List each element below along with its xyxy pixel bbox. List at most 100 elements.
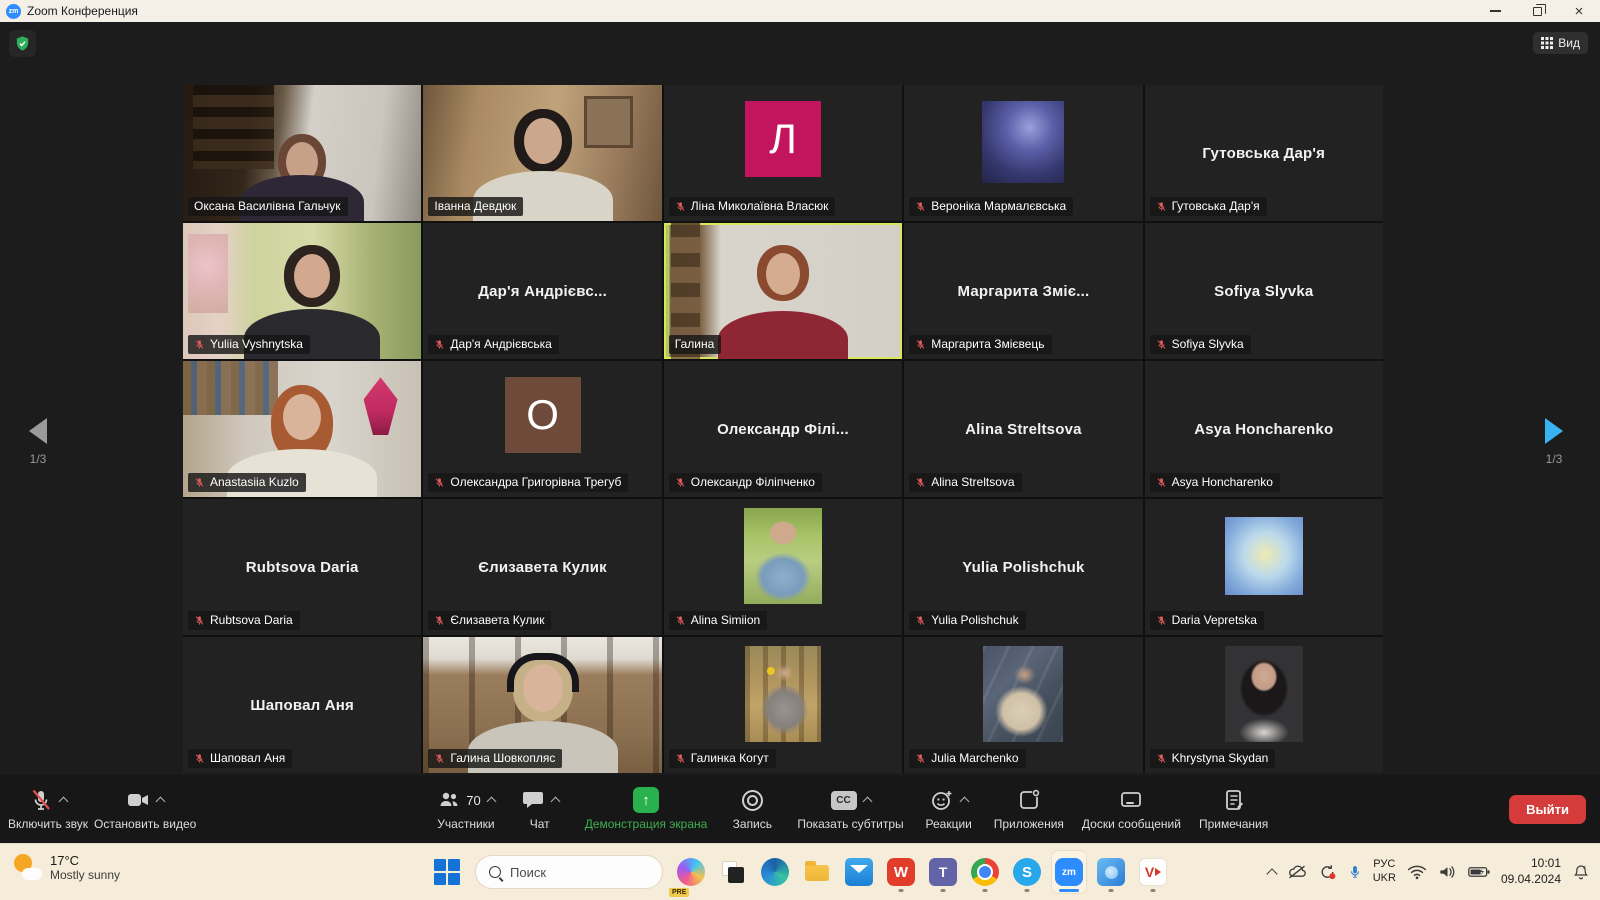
notification-bell-icon[interactable]: z bbox=[1572, 863, 1590, 881]
weather-condition: Mostly sunny bbox=[50, 868, 120, 882]
svg-text:z: z bbox=[1583, 865, 1586, 871]
taskbar-app-chrome[interactable] bbox=[967, 850, 1003, 894]
participant-tile[interactable]: Daria Vepretska bbox=[1145, 499, 1383, 635]
volume-icon[interactable] bbox=[1438, 864, 1457, 880]
whiteboards-button[interactable]: Доски сообщений bbox=[1082, 787, 1181, 831]
taskbar-app-teams[interactable]: T bbox=[925, 850, 961, 894]
participant-tile[interactable]: Alina StreltsovaAlina Streltsova bbox=[904, 361, 1142, 497]
chat-options-chevron[interactable] bbox=[550, 797, 560, 807]
taskbar-app-wps[interactable]: W bbox=[883, 850, 919, 894]
muted-mic-icon bbox=[675, 477, 686, 488]
minimize-button[interactable] bbox=[1474, 0, 1516, 22]
participant-tile[interactable]: Оксана Василівна Гальчук bbox=[183, 85, 421, 221]
participant-name-center: Маргарита Зміє... bbox=[904, 283, 1142, 300]
participant-avatar-image bbox=[745, 646, 821, 742]
participant-tile[interactable]: Олександр Філі...Олександр Філіпченко bbox=[664, 361, 902, 497]
restore-button[interactable] bbox=[1516, 0, 1558, 22]
taskbar-app-folder[interactable] bbox=[799, 850, 835, 894]
participant-tile[interactable]: Anastasiia Kuzlo bbox=[183, 361, 421, 497]
gallery-prev-page[interactable]: 1/3 bbox=[8, 418, 68, 466]
taskbar-app-zoom[interactable]: zm bbox=[1051, 850, 1087, 894]
participant-avatar-image bbox=[983, 646, 1063, 742]
muted-mic-icon bbox=[194, 477, 205, 488]
view-button[interactable]: Вид bbox=[1533, 32, 1588, 54]
taskbar-app-photos[interactable] bbox=[1093, 850, 1129, 894]
participant-tile[interactable]: ЛЛіна Миколаївна Власюк bbox=[664, 85, 902, 221]
participant-tile[interactable]: Маргарита Зміє...Маргарита Змієвець bbox=[904, 223, 1142, 359]
whiteboards-label: Доски сообщений bbox=[1082, 817, 1181, 831]
start-button[interactable] bbox=[429, 850, 465, 894]
participant-name-label: Daria Vepretska bbox=[1150, 611, 1264, 630]
participant-tile[interactable]: Khrystyna Skydan bbox=[1145, 637, 1383, 773]
taskbar-app-copilot[interactable]: PRE bbox=[673, 850, 709, 894]
tray-overflow-chevron[interactable] bbox=[1266, 868, 1277, 879]
captions-button[interactable]: CC Показать субтитры bbox=[797, 787, 903, 831]
muted-mic-icon bbox=[194, 339, 205, 350]
wifi-icon[interactable] bbox=[1407, 864, 1427, 880]
participant-tile[interactable]: Шаповал АняШаповал Аня bbox=[183, 637, 421, 773]
participant-name-center: Rubtsova Daria bbox=[183, 559, 421, 576]
system-tray: РУС UKR 10:01 09.04.2024 z bbox=[1268, 844, 1590, 900]
participants-options-chevron[interactable] bbox=[486, 797, 496, 807]
onedrive-paused-icon[interactable] bbox=[1287, 864, 1307, 880]
participant-tile[interactable]: Дар'я Андрієвс...Дар'я Андрієвська bbox=[423, 223, 661, 359]
captions-icon: CC bbox=[831, 791, 857, 810]
apps-button[interactable]: Приложения bbox=[994, 787, 1064, 831]
participant-tile[interactable]: Yulia PolishchukYulia Polishchuk bbox=[904, 499, 1142, 635]
participant-name-label: Ліна Миколаївна Власюк bbox=[669, 197, 836, 216]
language-indicator[interactable]: РУС UKR bbox=[1373, 858, 1396, 886]
participant-avatar-image bbox=[982, 101, 1064, 183]
participant-tile[interactable]: Yuliia Vyshnytska bbox=[183, 223, 421, 359]
participant-tile[interactable]: Галина Шовкопляс bbox=[423, 637, 661, 773]
reactions-options-chevron[interactable] bbox=[959, 797, 969, 807]
gallery-next-page[interactable]: 1/3 bbox=[1524, 418, 1584, 466]
participant-tile[interactable]: Julia Marchenko bbox=[904, 637, 1142, 773]
record-label: Запись bbox=[733, 817, 772, 831]
reactions-label: Реакции bbox=[926, 817, 972, 831]
clock[interactable]: 10:01 09.04.2024 bbox=[1501, 856, 1561, 887]
copilot-icon bbox=[677, 858, 705, 886]
stop-video-button[interactable]: Остановить видео bbox=[94, 787, 196, 831]
participant-tile[interactable]: Alina Simiion bbox=[664, 499, 902, 635]
taskbar-search[interactable]: Поиск bbox=[475, 855, 663, 889]
captions-options-chevron[interactable] bbox=[862, 797, 872, 807]
shield-check-icon bbox=[14, 35, 31, 52]
participant-tile[interactable]: Галинка Когут bbox=[664, 637, 902, 773]
taskbar-app-skype[interactable]: S bbox=[1009, 850, 1045, 894]
participant-tile[interactable]: Іванна Девдюк bbox=[423, 85, 661, 221]
taskbar-app-taskview[interactable] bbox=[715, 850, 751, 894]
chat-button[interactable]: Чат bbox=[513, 787, 567, 831]
sync-alert-icon[interactable] bbox=[1318, 863, 1337, 881]
participant-tile[interactable]: ООлександра Григорівна Трегуб bbox=[423, 361, 661, 497]
security-shield-button[interactable] bbox=[9, 30, 36, 57]
reactions-button[interactable]: Реакции bbox=[922, 787, 976, 831]
unmute-button[interactable]: Включить звук bbox=[8, 787, 88, 831]
participant-tile[interactable]: Єлизавета КуликЄлизавета Кулик bbox=[423, 499, 661, 635]
participant-name-center: Yulia Polishchuk bbox=[904, 559, 1142, 576]
leave-meeting-button[interactable]: Выйти bbox=[1509, 795, 1586, 824]
muted-mic-icon bbox=[675, 615, 686, 626]
taskbar-app-mail[interactable] bbox=[841, 850, 877, 894]
share-screen-button[interactable]: ↑ Демонстрация экрана bbox=[585, 787, 708, 831]
muted-mic-icon bbox=[1156, 339, 1167, 350]
participant-tile[interactable]: Галина bbox=[664, 223, 902, 359]
taskbar-app-edge[interactable] bbox=[757, 850, 793, 894]
participant-tile[interactable]: Гутовська Дар'яГутовська Дар'я bbox=[1145, 85, 1383, 221]
close-button[interactable]: × bbox=[1558, 0, 1600, 22]
participants-button[interactable]: 70 Участники bbox=[437, 787, 494, 831]
tray-time: 10:01 bbox=[1501, 856, 1561, 872]
participant-tile[interactable]: Вероніка Мармалєвська bbox=[904, 85, 1142, 221]
participant-tile[interactable]: Sofiya SlyvkaSofiya Slyvka bbox=[1145, 223, 1383, 359]
tray-mic-icon[interactable] bbox=[1348, 863, 1362, 881]
record-button[interactable]: Запись bbox=[725, 787, 779, 831]
notes-button[interactable]: Примечания bbox=[1199, 787, 1268, 831]
participant-tile[interactable]: Asya HoncharenkoAsya Honcharenko bbox=[1145, 361, 1383, 497]
taskbar-app-wpsv[interactable]: V bbox=[1135, 850, 1171, 894]
audio-options-chevron[interactable] bbox=[59, 797, 69, 807]
participant-tile[interactable]: Rubtsova DariaRubtsova Daria bbox=[183, 499, 421, 635]
video-options-chevron[interactable] bbox=[156, 797, 166, 807]
battery-charging-icon[interactable] bbox=[1468, 865, 1490, 879]
participant-name-label: Гутовська Дар'я bbox=[1150, 197, 1267, 216]
taskbar-weather-widget[interactable]: 17°C Mostly sunny bbox=[12, 852, 120, 882]
participant-gallery: Оксана Василівна ГальчукІванна ДевдюкЛЛі… bbox=[183, 85, 1383, 773]
